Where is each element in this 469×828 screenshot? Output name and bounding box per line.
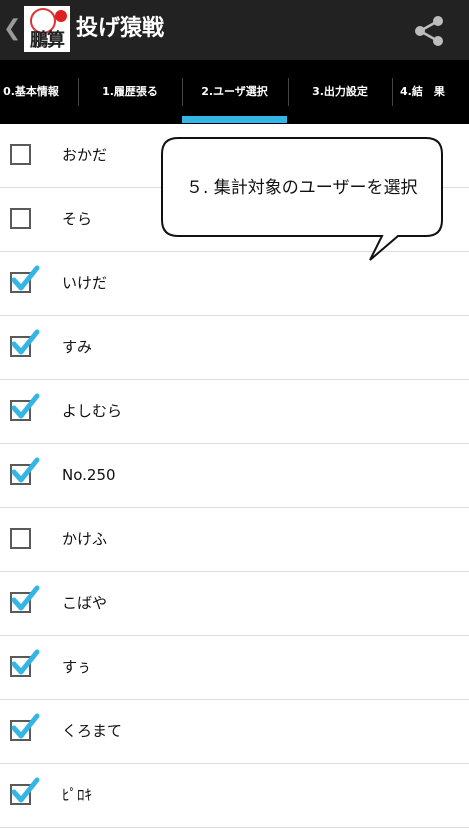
user-name: すぅ: [62, 658, 92, 676]
user-row[interactable]: くろまて: [0, 700, 469, 764]
checkmark-icon: [11, 713, 40, 739]
checkmark-icon: [11, 649, 40, 675]
action-bar: ❮ 鵬算 投げ猿戦: [0, 0, 469, 60]
checkmark-icon: [11, 329, 40, 355]
tab-divider: [78, 78, 79, 106]
checkmark-icon: [11, 393, 40, 419]
tab-result[interactable]: 4.結 果: [400, 60, 469, 124]
user-name: かけふ: [62, 530, 108, 548]
tab-divider: [288, 78, 289, 106]
logo-red-dot: [55, 10, 67, 22]
user-row[interactable]: すぅ: [0, 636, 469, 700]
tab-bar: 0.基本情報 1.履歴張る 2.ユーザ選択 3.出力設定 4.結 果: [0, 60, 469, 124]
checkmark-icon: [11, 457, 40, 483]
user-row[interactable]: すみ: [0, 316, 469, 380]
user-name: いけだ: [62, 274, 108, 292]
checkbox-unchecked[interactable]: [10, 144, 31, 165]
user-name: ﾋﾟﾛｷ: [62, 786, 93, 804]
checkbox-checked[interactable]: [10, 777, 40, 805]
tab-divider: [392, 78, 393, 106]
checkmark-icon: [11, 585, 40, 611]
user-name: No.250: [62, 466, 116, 484]
page-title: 投げ猿戦: [76, 16, 165, 41]
user-row[interactable]: かけふ: [0, 508, 469, 572]
checkbox-checked[interactable]: [10, 457, 40, 485]
user-row[interactable]: No.250: [0, 444, 469, 508]
checkmark-icon: [11, 265, 40, 291]
user-row[interactable]: よしむら: [0, 380, 469, 444]
callout-text: ５. 集計対象のユーザーを選択: [186, 178, 418, 198]
tab-output-settings[interactable]: 3.出力設定: [290, 60, 390, 124]
back-chevron-icon[interactable]: ❮: [3, 14, 21, 44]
user-name: よしむら: [62, 402, 123, 420]
checkbox-checked[interactable]: [10, 393, 40, 421]
tab-basic-info[interactable]: 0.基本情報: [0, 60, 76, 124]
checkbox-checked[interactable]: [10, 585, 40, 613]
user-name: すみ: [62, 338, 93, 356]
app-logo[interactable]: 鵬算: [24, 6, 70, 52]
user-name: おかだ: [62, 146, 108, 164]
checkmark-icon: [11, 777, 40, 803]
checkbox-checked[interactable]: [10, 649, 40, 677]
speech-bubble: [161, 137, 443, 261]
tab-user-select[interactable]: 2.ユーザ選択: [182, 60, 287, 124]
user-row[interactable]: こばや: [0, 572, 469, 636]
checkbox-unchecked[interactable]: [10, 528, 31, 549]
logo-text: 鵬算: [30, 30, 65, 51]
share-icon[interactable]: [412, 14, 446, 48]
checkbox-unchecked[interactable]: [10, 208, 31, 229]
tab-history[interactable]: 1.履歴張る: [80, 60, 180, 124]
user-name: こばや: [62, 594, 108, 612]
user-row[interactable]: ﾋﾟﾛｷ: [0, 764, 469, 828]
user-name: くろまて: [62, 722, 123, 740]
checkbox-checked[interactable]: [10, 713, 40, 741]
user-name: そら: [62, 210, 93, 228]
checkbox-checked[interactable]: [10, 265, 40, 293]
selected-tab-indicator: [182, 116, 287, 123]
checkbox-checked[interactable]: [10, 329, 40, 357]
